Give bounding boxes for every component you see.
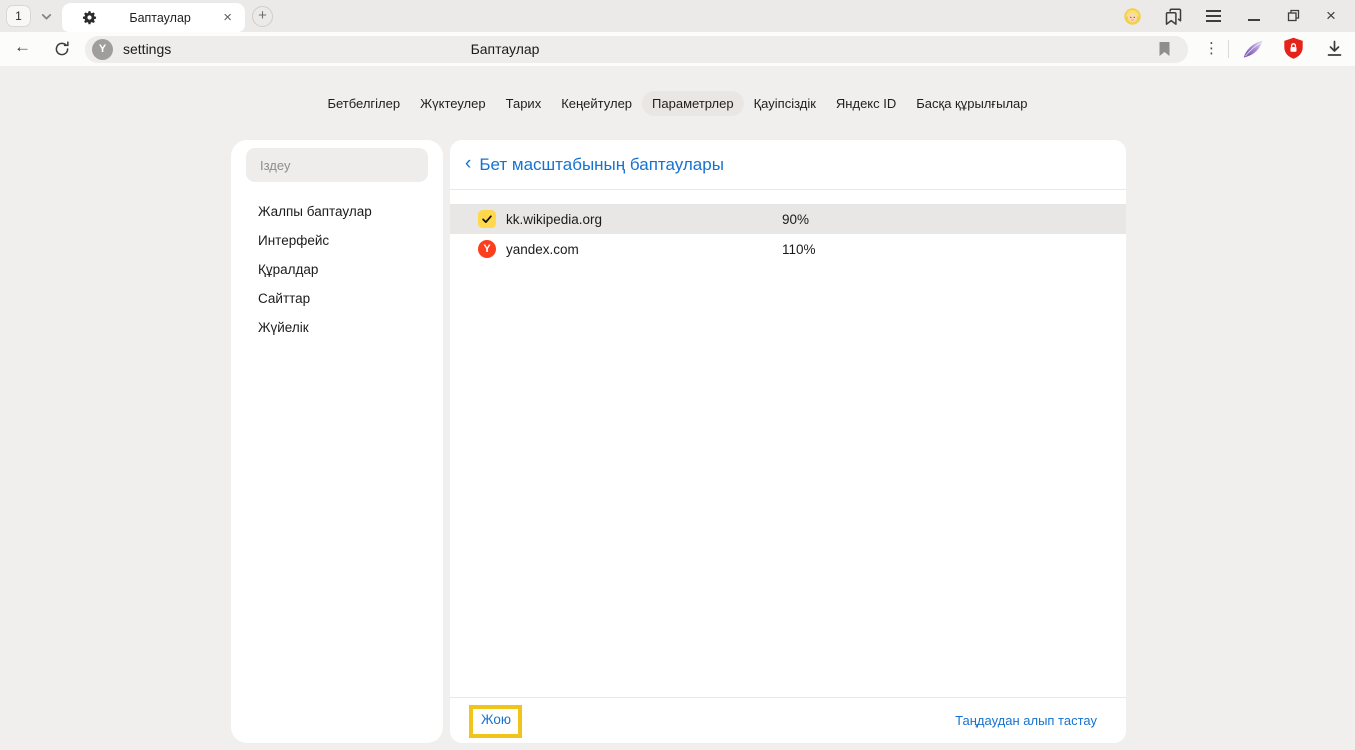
tab-title: Баптаулар: [97, 11, 223, 25]
toolbar-separator: [1228, 40, 1229, 58]
yandex-favicon: Y: [478, 240, 496, 258]
site-name: yandex.com: [506, 242, 579, 257]
site-zoom-list: kk.wikipedia.org 90% Y yandex.com 110%: [450, 204, 1126, 264]
settings-nav-tabs: Бетбелгілер Жүктеулер Тарих Кеңейтулер П…: [0, 91, 1355, 116]
site-name: kk.wikipedia.org: [506, 212, 602, 227]
tab-security[interactable]: Қауіпсіздік: [744, 91, 826, 116]
table-row-wikipedia[interactable]: kk.wikipedia.org 90%: [450, 204, 1126, 234]
page-title[interactable]: Бет масштабының баптаулары: [479, 155, 724, 175]
deselect-all-link[interactable]: Таңдаудан алып тастау: [955, 713, 1097, 728]
feather-extension-icon[interactable]: [1240, 37, 1265, 66]
omnibox[interactable]: Y settings Баптаулар: [85, 36, 1188, 63]
tab-counter-button[interactable]: 1: [6, 5, 31, 27]
tab-settings[interactable]: Параметрлер: [642, 91, 744, 116]
reload-icon[interactable]: [53, 40, 71, 63]
panel-footer: Жою Таңдаудан алып тастау: [450, 697, 1126, 743]
chevron-down-icon: [40, 10, 53, 24]
tab-yandex-id[interactable]: Яндекс ID: [826, 91, 906, 116]
search-input[interactable]: [246, 148, 428, 182]
settings-sidebar: Жалпы баптаулар Интерфейс Құралдар Сайтт…: [231, 140, 443, 743]
tab-close-icon[interactable]: ×: [223, 10, 232, 25]
address-toolbar: ← Y settings Баптаулар ⋮: [0, 32, 1355, 66]
new-tab-button[interactable]: +: [252, 6, 273, 27]
downloads-icon[interactable]: [1325, 39, 1344, 63]
sidebar-list: Жалпы баптаулар Интерфейс Құралдар Сайтт…: [231, 197, 443, 342]
browser-tab-settings[interactable]: Баптаулар ×: [62, 3, 245, 32]
window-close-button[interactable]: ×: [1326, 6, 1336, 26]
protect-shield-icon[interactable]: [1283, 37, 1304, 65]
page-zoom-settings-panel: ‹ Бет масштабының баптаулары kk.wikipedi…: [450, 140, 1126, 743]
tab-strip: 1 Баптаулар × +: [0, 0, 1355, 32]
omnibox-page-title: Баптаулар: [85, 36, 925, 63]
panel-header: ‹ Бет масштабының баптаулары: [450, 140, 1126, 190]
zoom-value: 110%: [782, 242, 816, 257]
sidebar-item-tools[interactable]: Құралдар: [231, 255, 443, 284]
tab-bookmarks[interactable]: Бетбелгілер: [317, 91, 410, 116]
profile-avatar[interactable]: [1124, 8, 1141, 30]
gear-icon: [82, 10, 97, 25]
tab-list-dropdown-button[interactable]: [36, 10, 56, 24]
tab-downloads[interactable]: Жүктеулер: [410, 91, 496, 116]
sidebar-item-sites[interactable]: Сайттар: [231, 284, 443, 313]
tab-other-devices[interactable]: Басқа құрылғылар: [906, 91, 1037, 116]
window-minimize-button[interactable]: [1248, 19, 1260, 21]
back-icon[interactable]: ←: [14, 37, 31, 57]
tabs-panel-icon[interactable]: [1164, 7, 1183, 31]
window-restore-button[interactable]: [1286, 8, 1301, 28]
zoom-value: 90%: [782, 212, 809, 227]
back-chevron-icon[interactable]: ‹: [465, 153, 471, 175]
browser-menu-icon[interactable]: [1206, 10, 1221, 26]
bookmark-icon[interactable]: [1158, 41, 1171, 62]
checkbox-checked-icon[interactable]: [478, 210, 496, 228]
sidebar-item-system[interactable]: Жүйелік: [231, 313, 443, 342]
delete-button[interactable]: Жою: [481, 712, 511, 727]
tab-extensions[interactable]: Кеңейтулер: [551, 91, 642, 116]
sidebar-item-general[interactable]: Жалпы баптаулар: [231, 197, 443, 226]
sidebar-item-interface[interactable]: Интерфейс: [231, 226, 443, 255]
tab-history[interactable]: Тарих: [496, 91, 552, 116]
omnibox-menu-dots-icon[interactable]: ⋮: [1204, 36, 1219, 62]
table-row-yandex[interactable]: Y yandex.com 110%: [450, 234, 1126, 264]
